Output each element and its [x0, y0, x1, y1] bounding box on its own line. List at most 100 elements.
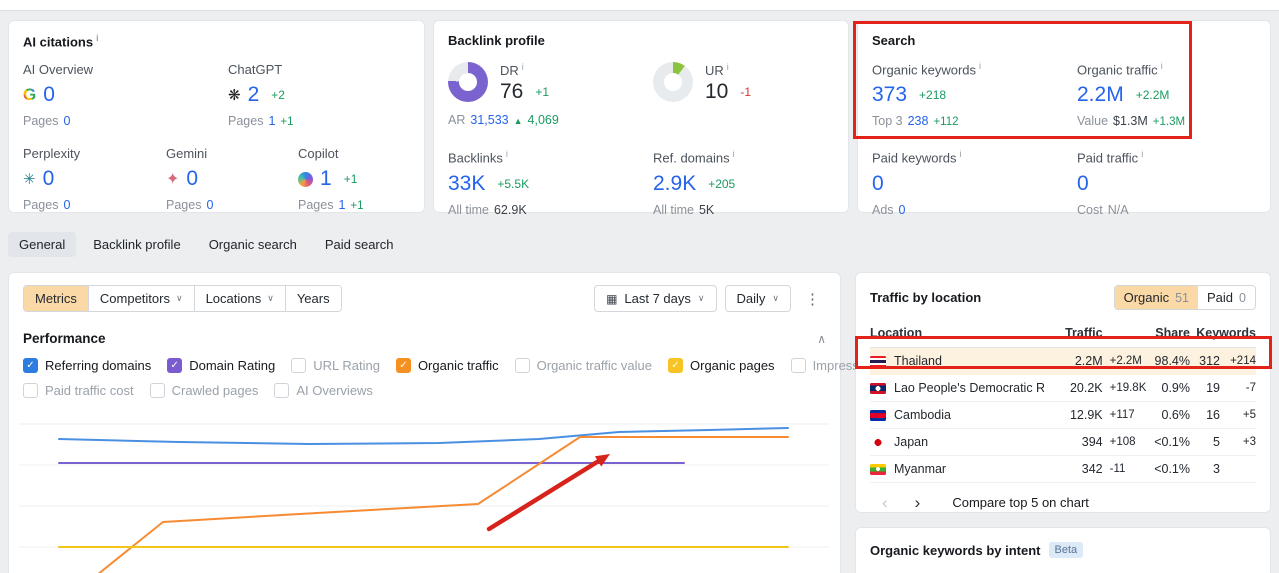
info-icon[interactable]: i: [727, 62, 729, 72]
metric-checkbox-organic-pages[interactable]: ✓ Organic pages: [668, 358, 775, 373]
toggle-organic[interactable]: Organic 51: [1114, 286, 1199, 309]
metric-label: URL Rating: [313, 358, 380, 373]
next-page-icon[interactable]: ›: [915, 494, 921, 511]
dr-delta: +1: [535, 85, 550, 100]
keywords-value[interactable]: 19: [1190, 374, 1220, 402]
pages-value[interactable]: 1: [268, 114, 275, 128]
segment-metrics[interactable]: Metrics: [24, 286, 89, 311]
metric-checkbox-organic-traffic-value[interactable]: Organic traffic value: [514, 358, 652, 373]
keywords-delta: -7: [1220, 374, 1256, 402]
keywords-delta: +5: [1220, 401, 1256, 429]
pages-value[interactable]: 0: [206, 198, 213, 212]
backlink-profile-title: Backlink profile: [448, 33, 834, 48]
location-name: Japan: [894, 435, 929, 449]
metric-checkbox-domain-rating[interactable]: ✓ Domain Rating: [167, 358, 275, 373]
ref-domains-value[interactable]: 2.9K: [653, 172, 696, 195]
search-title: Search: [872, 33, 1256, 48]
metric-checkbox-organic-traffic[interactable]: ✓ Organic traffic: [395, 358, 499, 373]
ads-value[interactable]: 0: [899, 203, 906, 217]
kebab-menu-icon[interactable]: ⋮: [799, 290, 826, 308]
keywords-value[interactable]: 3: [1190, 455, 1220, 483]
checkbox-icon: ✓: [167, 358, 183, 373]
laos-flag-icon: [870, 382, 886, 394]
table-row-laos[interactable]: Lao People's Democratic Reput 20.2K +19.…: [870, 374, 1256, 402]
performance-line-chart[interactable]: [9, 401, 842, 573]
organic-traffic-label: Organic traffic i: [1077, 61, 1163, 78]
ref-domains-stat: Ref. domains i 2.9K +205 All time 5K: [653, 149, 834, 216]
table-row-cambodia[interactable]: Cambodia 12.9K +117 0.6% 16 +5: [870, 401, 1256, 429]
date-controls: ▦ Last 7 days ∨ Daily ∨ ⋮: [594, 285, 826, 312]
traffic-by-location-title: Traffic by location: [870, 290, 982, 305]
info-icon[interactable]: i: [1161, 61, 1163, 71]
alltime-label: All time: [448, 202, 489, 217]
ai-overview-value[interactable]: 0: [43, 84, 55, 106]
traffic-value: 20.2K: [1061, 374, 1103, 402]
metric-checkbox-ai-overviews[interactable]: AI Overviews: [274, 383, 373, 398]
traffic-value: 12.9K: [1061, 401, 1103, 429]
top3-value[interactable]: 238: [908, 114, 929, 128]
info-icon[interactable]: i: [1141, 149, 1143, 159]
copilot-value[interactable]: 1: [320, 168, 332, 190]
column-location: Location: [870, 320, 1062, 348]
toggle-paid[interactable]: Paid 0: [1198, 286, 1255, 309]
paid-traffic-value[interactable]: 0: [1077, 172, 1089, 195]
info-icon[interactable]: i: [979, 61, 981, 71]
view-segmented-control: Metrics Competitors ∨ Locations ∨ Years: [23, 285, 342, 312]
share-value: <0.1%: [1150, 428, 1190, 456]
table-row-myanmar[interactable]: Myanmar 342 -11 <0.1% 3: [870, 455, 1256, 483]
gemini-icon: ✦: [166, 171, 180, 189]
metric-checkbox-paid-traffic-cost[interactable]: Paid traffic cost: [23, 383, 134, 398]
compare-top5-link[interactable]: Compare top 5 on chart: [952, 495, 1089, 510]
copilot-stat: Copilot 1 +1 Pages 1 +1: [298, 146, 410, 212]
paid-keywords-value[interactable]: 0: [872, 172, 884, 195]
tab-organic-search[interactable]: Organic search: [198, 232, 308, 257]
pages-label: Pages: [166, 198, 202, 213]
tab-general[interactable]: General: [8, 232, 77, 257]
segment-competitors[interactable]: Competitors ∨: [88, 286, 195, 311]
info-icon[interactable]: i: [733, 149, 735, 159]
ai-overview-stat: AI Overview G 0 Pages 0: [23, 62, 228, 128]
pages-value[interactable]: 1: [338, 198, 345, 212]
pages-value[interactable]: 0: [63, 114, 70, 128]
perplexity-value[interactable]: 0: [43, 168, 55, 190]
organic-keywords-value[interactable]: 373: [872, 84, 907, 106]
table-row-thailand[interactable]: Thailand 2.2M +2.2M 98.4% 312 +214: [870, 347, 1256, 375]
alltime-value: 62.9K: [493, 202, 527, 217]
date-range-dropdown[interactable]: ▦ Last 7 days ∨: [594, 285, 717, 312]
prev-page-icon[interactable]: ‹: [882, 494, 888, 511]
metric-checkbox-referring-domains[interactable]: ✓ Referring domains: [23, 358, 151, 373]
info-icon[interactable]: i: [96, 33, 99, 43]
info-icon[interactable]: i: [522, 62, 524, 72]
backlinks-value[interactable]: 33K: [448, 172, 485, 195]
column-traffic: Traffic: [1061, 320, 1103, 348]
table-row-japan[interactable]: Japan 394 +108 <0.1% 5 +3: [870, 428, 1256, 456]
collapse-chevron-icon[interactable]: ∧: [817, 332, 826, 346]
checkbox-icon: [23, 383, 38, 398]
checkbox-icon: [514, 358, 530, 373]
perplexity-stat: Perplexity ✳ 0 Pages 0: [23, 146, 166, 212]
granularity-dropdown[interactable]: Daily ∨: [724, 285, 791, 312]
dr-donut-chart: [448, 62, 488, 102]
traffic-value: 342: [1061, 455, 1103, 483]
alltime-value: 5K: [698, 202, 715, 217]
keywords-value[interactable]: 312: [1190, 347, 1220, 375]
gemini-value[interactable]: 0: [186, 168, 198, 190]
segment-locations[interactable]: Locations ∨: [194, 286, 286, 311]
metric-checkbox-url-rating[interactable]: URL Rating: [291, 358, 380, 373]
tab-paid-search[interactable]: Paid search: [314, 232, 405, 257]
info-icon[interactable]: i: [960, 149, 962, 159]
traffic-delta: +2.2M: [1102, 347, 1151, 375]
ar-label: AR: [448, 113, 466, 128]
cost-label: Cost: [1077, 202, 1103, 217]
segment-years[interactable]: Years: [285, 286, 341, 311]
keywords-value[interactable]: 5: [1190, 428, 1220, 456]
pages-value[interactable]: 0: [63, 198, 70, 212]
metric-checkbox-crawled-pages[interactable]: Crawled pages: [149, 383, 258, 398]
tab-backlink-profile[interactable]: Backlink profile: [82, 232, 191, 257]
organic-traffic-value[interactable]: 2.2M: [1077, 84, 1124, 106]
ar-value[interactable]: 31,533: [470, 113, 508, 127]
chatgpt-value[interactable]: 2: [248, 84, 260, 106]
metric-checkboxes: ✓ Referring domains ✓ Domain Rating URL Ra…: [23, 358, 982, 398]
keywords-value[interactable]: 16: [1190, 401, 1220, 429]
info-icon[interactable]: i: [506, 149, 508, 159]
